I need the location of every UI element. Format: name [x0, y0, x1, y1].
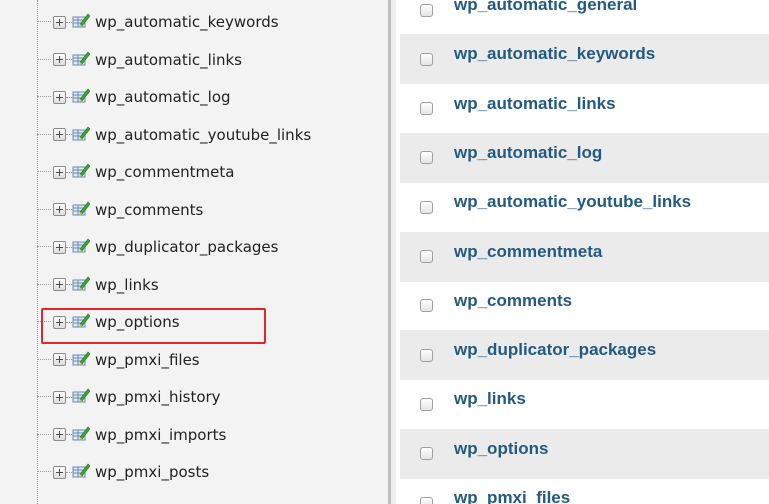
tree-branch — [37, 96, 51, 97]
nav-item-label: wp_pmxi_files — [95, 350, 200, 369]
nav-item-label: wp_duplicator_packages — [95, 238, 279, 256]
nav-item-wp-comments[interactable]: wp_comments — [37, 197, 204, 223]
nav-item-label: wp_pmxi_history — [95, 388, 221, 406]
table-link[interactable]: wp_comments — [454, 291, 572, 311]
table-edit-icon — [72, 50, 91, 70]
table-list: wp_automatic_general wp_automatic_keyword… — [396, 0, 769, 504]
table-edit-icon — [72, 237, 91, 257]
expand-icon[interactable] — [53, 203, 66, 216]
tree-branch — [37, 396, 51, 397]
expand-icon[interactable] — [53, 90, 66, 104]
row-checkbox[interactable] — [420, 250, 433, 263]
nav-item-label: wp_links — [95, 275, 159, 294]
tree-branch — [37, 133, 51, 135]
row-checkbox[interactable] — [420, 52, 433, 66]
nav-item-wp-pmxi-imports[interactable]: wp_pmxi_imports — [37, 422, 227, 448]
table-row[interactable]: wp_comments — [400, 281, 769, 331]
navigation-tree: wp_automatic_keywords wp_automatic_linksw… — [0, 0, 388, 504]
expand-icon[interactable] — [53, 240, 66, 254]
expand-icon[interactable] — [53, 15, 66, 29]
table-link[interactable]: wp_automatic_log — [454, 143, 602, 163]
table-edit-icon — [72, 462, 91, 482]
expand-icon[interactable] — [53, 165, 66, 179]
nav-item-label: wp_pmxi_imports — [95, 425, 227, 444]
table-row[interactable]: wp_automatic_keywords — [400, 34, 769, 85]
nav-item-wp-automatic-log[interactable]: wp_automatic_log — [37, 84, 231, 110]
table-row[interactable]: wp_automatic_links — [400, 84, 769, 134]
table-link[interactable]: wp_commentmeta — [454, 242, 602, 262]
tree-branch — [37, 21, 51, 22]
expand-icon[interactable] — [53, 353, 66, 366]
tree-connector-line — [37, 0, 38, 504]
table-link[interactable]: wp_automatic_general — [454, 0, 637, 15]
nav-item-wp-automatic-links[interactable]: wp_automatic_links — [37, 47, 242, 73]
table-row[interactable]: wp_links — [400, 379, 769, 429]
table-row[interactable]: wp_automatic_log — [400, 132, 769, 183]
pane-splitter[interactable] — [388, 0, 396, 504]
row-checkbox[interactable] — [420, 447, 433, 461]
row-checkbox[interactable] — [420, 151, 433, 165]
nav-item-wp-commentmeta[interactable]: wp_commentmeta — [37, 159, 235, 185]
nav-item-label: wp_automatic_youtube_links — [95, 125, 312, 144]
row-checkbox[interactable] — [420, 348, 433, 362]
expand-icon[interactable] — [53, 128, 66, 141]
table-row[interactable]: wp_commentmeta — [400, 231, 769, 282]
nav-item-label: wp_automatic_log — [95, 88, 231, 106]
table-row[interactable]: wp_automatic_youtube_links — [400, 182, 769, 232]
table-edit-icon — [72, 275, 91, 295]
table-row[interactable]: wp_automatic_general — [400, 0, 769, 35]
table-edit-icon — [72, 125, 91, 145]
row-checkbox[interactable] — [420, 200, 433, 214]
tree-branch — [37, 471, 51, 472]
row-checkbox[interactable] — [420, 3, 433, 17]
expand-icon[interactable] — [53, 278, 66, 291]
table-link[interactable]: wp_automatic_youtube_links — [454, 192, 691, 212]
table-edit-icon — [72, 162, 91, 182]
nav-item-label: wp_automatic_links — [95, 50, 242, 69]
tree-branch — [37, 358, 51, 360]
table-link[interactable]: wp_pmxi_files — [454, 488, 570, 504]
nav-item-label: wp_comments — [95, 200, 204, 219]
table-link[interactable]: wp_options — [454, 439, 548, 459]
nav-item-wp-pmxi-files[interactable]: wp_pmxi_files — [37, 347, 200, 373]
table-link[interactable]: wp_automatic_keywords — [454, 44, 655, 64]
row-checkbox[interactable] — [420, 102, 433, 116]
table-link[interactable]: wp_links — [454, 389, 526, 409]
table-row[interactable]: wp_options — [400, 428, 769, 479]
expand-icon[interactable] — [53, 53, 66, 66]
tree-branch — [37, 283, 51, 285]
expand-icon[interactable] — [53, 465, 66, 479]
table-edit-icon — [72, 387, 91, 407]
tree-branch — [37, 58, 51, 60]
table-row[interactable]: wp_pmxi_files — [400, 478, 769, 504]
tree-branch — [37, 433, 51, 435]
nav-item-wp-automatic-youtube-links[interactable]: wp_automatic_youtube_links — [37, 122, 312, 148]
table-link[interactable]: wp_duplicator_packages — [454, 340, 656, 360]
tree-branch — [37, 246, 51, 247]
nav-item-wp-automatic-keywords[interactable]: wp_automatic_keywords — [37, 9, 279, 35]
row-checkbox[interactable] — [420, 397, 433, 411]
nav-item-wp-links[interactable]: wp_links — [37, 272, 159, 298]
nav-item-label: wp_commentmeta — [95, 163, 235, 181]
table-edit-icon — [72, 200, 91, 220]
expand-icon[interactable] — [53, 390, 66, 404]
nav-item-wp-duplicator-packages[interactable]: wp_duplicator_packages — [37, 234, 279, 260]
nav-item-label: wp_automatic_keywords — [95, 13, 279, 31]
table-edit-icon — [72, 12, 91, 32]
row-checkbox[interactable] — [420, 496, 433, 504]
table-edit-icon — [72, 425, 91, 445]
expand-icon[interactable] — [53, 428, 66, 441]
table-row[interactable]: wp_duplicator_packages — [400, 330, 769, 381]
nav-item-label: wp_pmxi_posts — [95, 463, 210, 481]
table-edit-icon — [72, 350, 91, 370]
table-edit-icon — [72, 87, 91, 107]
nav-item-wp-pmxi-history[interactable]: wp_pmxi_history — [37, 384, 221, 410]
table-link[interactable]: wp_automatic_links — [454, 94, 616, 114]
tree-branch — [37, 171, 51, 172]
tree-branch — [37, 208, 51, 210]
row-checkbox[interactable] — [420, 299, 433, 313]
highlight-annotation-box — [41, 308, 266, 344]
nav-item-wp-pmxi-posts[interactable]: wp_pmxi_posts — [37, 459, 210, 485]
